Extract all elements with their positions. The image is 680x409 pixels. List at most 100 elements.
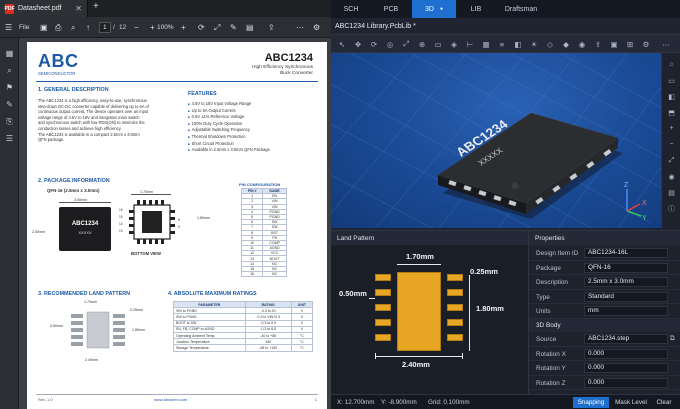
home-view-icon[interactable]: ⌂ xyxy=(666,59,677,70)
ruler-icon[interactable]: ⊞ xyxy=(624,38,636,50)
previous-page-icon[interactable]: ↑ xyxy=(86,21,90,34)
property-value-field[interactable]: 0.000 xyxy=(584,348,668,359)
pad[interactable] xyxy=(447,274,463,281)
pad[interactable] xyxy=(375,304,391,311)
more-icon[interactable]: ⋯ xyxy=(296,21,304,34)
tab-lib[interactable]: LIB xyxy=(456,0,496,18)
side-view-icon[interactable]: ◧ xyxy=(666,91,677,102)
zoom-in-icon[interactable]: + xyxy=(666,123,677,134)
highlight-icon[interactable]: ▤ xyxy=(246,21,254,34)
tab-pcb[interactable]: PCB xyxy=(371,0,411,18)
pan-icon[interactable]: ✥ xyxy=(352,38,364,50)
pad[interactable] xyxy=(375,334,391,341)
top-view-icon[interactable]: ▭ xyxy=(432,38,444,50)
property-value-field[interactable]: Standard xyxy=(584,291,668,302)
shaded-icon[interactable]: ◆ xyxy=(560,38,572,50)
layers-icon[interactable]: ≡ xyxy=(496,38,508,50)
clear-button[interactable]: Clear xyxy=(653,397,675,408)
pdf-tab[interactable]: PDF Datasheet.pdf ✕ xyxy=(0,0,88,17)
search-icon[interactable]: ⌕ xyxy=(4,65,15,76)
pad[interactable] xyxy=(447,319,463,326)
snapshot-icon[interactable]: ▣ xyxy=(608,38,620,50)
export-icon[interactable]: ⇪ xyxy=(592,38,604,50)
pad[interactable] xyxy=(447,334,463,341)
measure-icon[interactable]: ⊢ xyxy=(464,38,476,50)
page-number-input[interactable]: 1 xyxy=(99,22,111,33)
wireframe-icon[interactable]: ◇ xyxy=(544,38,556,50)
front-view-icon[interactable]: ▭ xyxy=(666,75,677,86)
zoom-fit-icon[interactable]: ⤢ xyxy=(400,38,412,50)
pad[interactable] xyxy=(375,319,391,326)
file-menu[interactable]: File xyxy=(19,21,29,34)
property-value-field[interactable]: QFN-16 xyxy=(584,262,668,273)
rotate-icon[interactable]: ⟳ xyxy=(198,21,205,34)
property-value-field[interactable]: 0.000 xyxy=(584,363,668,373)
new-tab-icon[interactable]: + xyxy=(93,1,99,12)
top-view-icon[interactable]: ⬒ xyxy=(666,107,677,118)
layers-icon[interactable]: ☰ xyxy=(4,133,15,144)
more-icon[interactable]: ⋯ xyxy=(660,38,672,50)
visibility-icon[interactable]: ◉ xyxy=(666,171,677,182)
fit-page-icon[interactable]: ⤢ xyxy=(214,21,220,34)
land-pattern-canvas[interactable]: 1.70mm 0.25mm 0.50mm 1.80mm 2.40mm xyxy=(331,245,528,395)
section-view-icon[interactable]: ◧ xyxy=(512,38,524,50)
pdf-page-area[interactable]: ABC SEMICONDUCTOR ABC1234 High Efficienc… xyxy=(19,38,331,409)
feature-text: Short Circuit Protection xyxy=(191,140,234,146)
center-thermal-pad[interactable] xyxy=(397,272,441,351)
thumbnails-icon[interactable]: ▦ xyxy=(4,48,15,59)
select-icon[interactable]: ↖ xyxy=(336,38,348,50)
search-icon[interactable]: ⌕ xyxy=(71,21,75,34)
attachments-icon[interactable]: ⎘ xyxy=(4,116,15,127)
property-value-field[interactable]: ABC1234-16L xyxy=(584,248,668,258)
document-tab[interactable]: ABC1234 Library.PcbLib * xyxy=(335,18,416,35)
property-value-field[interactable]: 0.000 xyxy=(584,377,668,388)
mask-level-button[interactable]: Mask Level xyxy=(612,397,650,408)
print-icon[interactable]: ⎙ xyxy=(55,21,61,34)
3d-viewport[interactable]: ABC1234 XXXXX Z Y X xyxy=(331,53,661,228)
grid-icon[interactable]: ▦ xyxy=(480,38,492,50)
bookmark-icon[interactable]: ⚑ xyxy=(4,82,15,93)
settings-icon[interactable]: ⚙ xyxy=(313,21,320,34)
snapping-toggle[interactable]: Snapping xyxy=(573,397,609,408)
pad[interactable] xyxy=(447,304,463,311)
camera-icon[interactable]: ◉ xyxy=(576,38,588,50)
zoom-in-icon[interactable]: + xyxy=(150,21,155,34)
pad[interactable] xyxy=(447,289,463,296)
zoom-level[interactable]: 100% xyxy=(157,21,174,34)
property-label: Rotation Z xyxy=(536,379,566,387)
fit-icon[interactable]: ⤢ xyxy=(666,155,677,166)
footer-url[interactable]: www.abcsemi.com xyxy=(154,397,187,402)
comment-icon[interactable]: ✎ xyxy=(230,21,237,34)
annotations-icon[interactable]: ✎ xyxy=(4,99,15,110)
feature-text: 4.5V to 18V Input Voltage Range xyxy=(191,101,252,106)
orbit-icon[interactable]: ◎ xyxy=(384,38,396,50)
share-icon[interactable]: ⇪ xyxy=(268,21,275,34)
info-icon[interactable]: ⓘ xyxy=(666,203,677,214)
close-icon[interactable]: ✕ xyxy=(75,4,82,13)
zoom-out-icon[interactable]: − xyxy=(134,21,139,34)
property-value-field[interactable]: mm xyxy=(584,306,668,316)
pad[interactable] xyxy=(375,289,391,296)
package-height-dim: 2.50mm xyxy=(32,230,45,234)
lock-icon[interactable]: ▤ xyxy=(666,187,677,198)
save-icon[interactable]: ▣ xyxy=(40,21,48,34)
property-row: Source ABC1234.step xyxy=(529,332,680,347)
iso-view-icon[interactable]: ◈ xyxy=(448,38,460,50)
copy-icon[interactable]: ⧉ xyxy=(670,335,675,343)
tab-draftsman[interactable]: Draftsman xyxy=(496,0,546,18)
zoom-area-icon[interactable]: ⊕ xyxy=(416,38,428,50)
lp-top-right-dimension: 0.25mm xyxy=(470,267,498,276)
rotate-view-icon[interactable]: ⟳ xyxy=(368,38,380,50)
add-icon[interactable]: + xyxy=(181,21,186,34)
lighting-icon[interactable]: ☀ xyxy=(528,38,540,50)
tab-sch[interactable]: SCH xyxy=(331,0,371,18)
axis-gizmo[interactable]: Z Y X xyxy=(624,182,647,222)
property-label: Package xyxy=(536,264,561,272)
tab-3d[interactable]: 3D ● xyxy=(412,0,456,18)
property-value-field[interactable]: 2.5mm x 3.0mm xyxy=(584,277,668,287)
menu-icon[interactable]: ☰ xyxy=(5,21,12,34)
settings-icon[interactable]: ⚙ xyxy=(640,38,652,50)
pad[interactable] xyxy=(375,274,391,281)
property-value-field[interactable]: ABC1234.step xyxy=(584,334,668,344)
zoom-out-icon[interactable]: − xyxy=(666,139,677,150)
